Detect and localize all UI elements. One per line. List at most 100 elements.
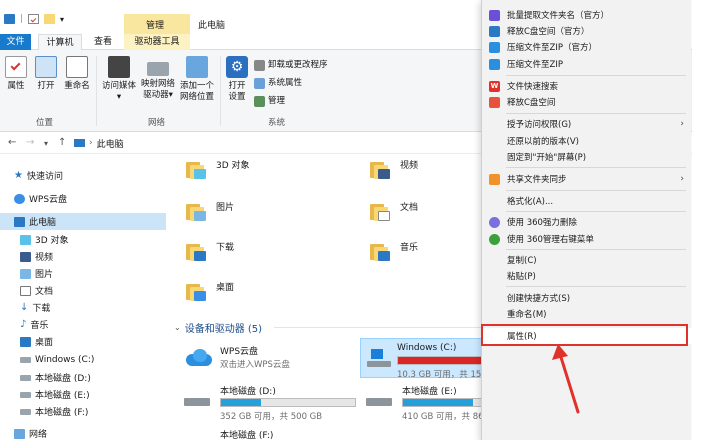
folder-videos[interactable]: 视频 <box>370 160 418 180</box>
menu-item-360-delete[interactable]: 使用 360强力删除 <box>482 214 692 230</box>
drive-usage-fill <box>221 399 261 406</box>
folder-music[interactable]: 音乐 <box>370 242 418 262</box>
nav-item-music[interactable]: ♪ 音乐 <box>0 316 166 333</box>
nav-item-drive-f[interactable]: 本地磁盘 (F:) <box>0 403 166 420</box>
drive-wps-cloud[interactable]: WPS云盘 双击进入WPS云盘 <box>184 344 354 376</box>
nav-item-3d-objects[interactable]: 3D 对象 <box>0 231 166 248</box>
menu-item-label: 压缩文件至ZIP（官方） <box>507 43 597 53</box>
nav-item-videos[interactable]: 视频 <box>0 248 166 265</box>
nav-item-pictures[interactable]: 图片 <box>0 265 166 282</box>
contextual-tab-header: 管理 <box>124 14 190 34</box>
vertical-scrollbar[interactable] <box>692 0 705 440</box>
drive-icon <box>20 374 31 381</box>
back-icon[interactable]: ← <box>8 137 16 148</box>
menu-item-create-shortcut[interactable]: 创建快捷方式(S) <box>482 290 692 306</box>
video-folder-icon <box>370 160 394 180</box>
add-network-location-button[interactable]: 添加一个 网络位置 <box>178 56 216 103</box>
menu-item-label: 释放C盘空间 <box>507 98 556 108</box>
tab-drive-tools[interactable]: 驱动器工具 <box>124 34 190 50</box>
nav-item-desktop[interactable]: 桌面 <box>0 333 166 350</box>
drive-usage-fill <box>403 399 474 406</box>
nav-item-quick-access[interactable]: ★ 快速访问 <box>0 167 166 184</box>
360-delete-icon <box>489 216 500 228</box>
nav-item-downloads[interactable]: ↓ 下载 <box>0 299 166 316</box>
nav-item-network[interactable]: 网络 <box>0 425 166 440</box>
folder-pictures[interactable]: 图片 <box>186 202 234 222</box>
menu-item-free-c-official[interactable]: 释放C盘空间（官方） <box>482 23 692 39</box>
menu-item-batch-folder-names[interactable]: 批量提取文件夹名（官方） <box>482 7 692 23</box>
gear-icon: ⚙ <box>226 56 248 78</box>
nav-item-label: 下载 <box>32 304 51 314</box>
nav-item-label: 本地磁盘 (D:) <box>35 374 91 384</box>
desktop-folder-icon <box>186 282 210 302</box>
nav-item-wps-cloud[interactable]: WPS云盘 <box>0 190 166 207</box>
cube-icon <box>20 234 31 245</box>
tab-view[interactable]: 查看 <box>88 34 118 50</box>
dropdown-icon[interactable]: ▾ <box>60 15 64 24</box>
folder-desktop[interactable]: 桌面 <box>186 282 234 302</box>
rename-label: 重命名 <box>64 81 90 91</box>
menu-item-rename[interactable]: 重命名(M) <box>482 306 692 322</box>
nav-item-label: 图片 <box>35 270 54 280</box>
open-icon <box>35 56 57 78</box>
nav-item-label: 网络 <box>29 430 48 440</box>
folder-documents[interactable]: 文档 <box>370 202 418 222</box>
nav-item-label: 本地磁盘 (F:) <box>35 408 89 418</box>
open-button[interactable]: 打开 <box>34 56 58 92</box>
menu-separator <box>506 249 686 250</box>
nav-item-label: 音乐 <box>30 321 49 331</box>
menu-item-grant-access[interactable]: 授予访问权限(G) › <box>482 116 692 132</box>
sys-props-label: 系统属性 <box>268 78 303 88</box>
folder-label: 下载 <box>216 242 235 253</box>
rename-button[interactable]: 重命名 <box>62 56 92 92</box>
tab-file[interactable]: 文件 <box>0 34 31 50</box>
nav-item-drive-c[interactable]: Windows (C:) <box>0 351 166 368</box>
separator: | <box>20 14 24 24</box>
menu-item-pin-start[interactable]: 固定到"开始"屏幕(P) <box>482 149 692 165</box>
forward-icon[interactable]: → <box>26 137 34 148</box>
devices-section-header[interactable]: ⌄ 设备和驱动器 (5) <box>174 320 262 335</box>
breadcrumb[interactable]: › 此电脑 <box>74 135 124 151</box>
properties-button[interactable]: 属性 <box>4 56 28 92</box>
menu-item-format[interactable]: 格式化(A)... <box>482 193 692 209</box>
menu-item-copy[interactable]: 复制(C) <box>482 252 692 268</box>
menu-item-shared-sync[interactable]: 共享文件夹同步 › <box>482 171 692 187</box>
nav-item-drive-d[interactable]: 本地磁盘 (D:) <box>0 369 166 386</box>
properties-icon[interactable] <box>28 14 40 24</box>
open-settings-button[interactable]: ⚙ 打开 设置 <box>224 56 250 103</box>
menu-item-zip[interactable]: 压缩文件至ZIP <box>482 56 692 72</box>
uninstall-button[interactable]: 卸载或更改程序 <box>254 58 328 72</box>
folder-downloads[interactable]: 下载 <box>186 242 234 262</box>
drive-f[interactable]: 本地磁盘 (F:) <box>184 428 364 440</box>
drive-free-space: 352 GB 可用，共 500 GB <box>220 412 323 422</box>
system-properties-button[interactable]: 系统属性 <box>254 76 302 90</box>
add-location-label-1: 添加一个 <box>179 81 214 91</box>
menu-item-paste[interactable]: 粘贴(P) <box>482 268 692 284</box>
map-drive-button[interactable]: 映射网络 驱动器▾ <box>140 56 176 101</box>
recent-dropdown-icon[interactable]: ▾ <box>44 139 48 148</box>
nav-item-drive-e[interactable]: 本地磁盘 (E:) <box>0 386 166 403</box>
access-media-button[interactable]: 访问媒体▾ <box>100 56 138 103</box>
quick-access-toolbar: | ▾ <box>4 14 64 24</box>
nav-item-this-pc[interactable]: 此电脑 <box>0 213 166 230</box>
menu-item-zip-official[interactable]: 压缩文件至ZIP（官方） <box>482 39 692 55</box>
section-title: 设备和驱动器 (5) <box>184 324 263 335</box>
tab-computer[interactable]: 计算机 <box>38 34 82 50</box>
drive-name: 本地磁盘 (F:) <box>220 431 274 440</box>
manage-button[interactable]: 管理 <box>254 94 285 108</box>
picture-folder-icon <box>186 202 210 222</box>
folder-label: 文档 <box>400 202 419 213</box>
menu-item-free-c[interactable]: 释放C盘空间 <box>482 94 692 110</box>
drive-name: WPS云盘 <box>220 347 259 357</box>
menu-separator <box>506 211 686 212</box>
menu-item-360-menu[interactable]: 使用 360管理右键菜单 <box>482 231 692 247</box>
cloud-icon <box>184 346 214 368</box>
menu-item-quick-search[interactable]: W 文件快速搜索 <box>482 78 692 94</box>
folder-3d-objects[interactable]: 3D 对象 <box>186 160 250 180</box>
menu-item-restore-previous[interactable]: 还原以前的版本(V) <box>482 133 692 149</box>
zip-icon <box>489 41 500 53</box>
nav-item-documents[interactable]: 文档 <box>0 282 166 299</box>
new-folder-icon[interactable] <box>44 14 56 24</box>
up-icon[interactable]: ↑ <box>58 137 66 148</box>
drive-d[interactable]: 本地磁盘 (D:) 352 GB 可用，共 500 GB <box>184 384 364 422</box>
